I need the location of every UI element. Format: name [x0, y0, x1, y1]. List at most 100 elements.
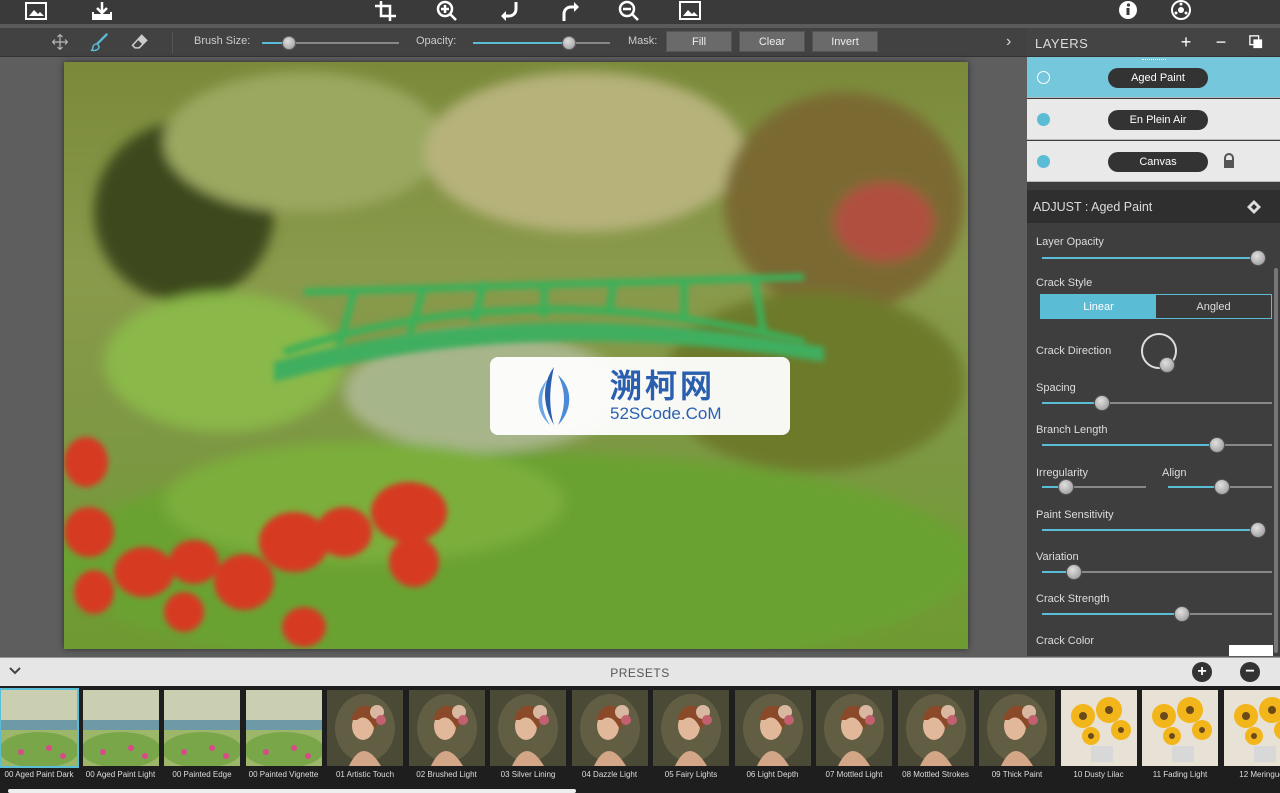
crack-strength-slider[interactable] [1042, 606, 1272, 622]
preset-thumbnail[interactable] [408, 690, 485, 766]
preset-thumbnail[interactable] [734, 690, 811, 766]
preset-thumbnail[interactable] [490, 690, 566, 766]
move-icon[interactable] [48, 31, 72, 53]
irregularity-slider[interactable] [1042, 479, 1146, 495]
layer-name[interactable]: Aged Paint [1108, 68, 1208, 88]
layer-name[interactable]: En Plein Air [1108, 110, 1208, 130]
presets-scrollbar[interactable] [8, 789, 576, 793]
eraser-icon[interactable] [128, 31, 152, 53]
undo-icon[interactable] [497, 0, 523, 22]
chevron-right-icon[interactable]: › [1006, 33, 1011, 51]
preset-item[interactable]: 04 Dazzle Light [571, 689, 649, 793]
preset-thumbnail[interactable] [816, 690, 892, 766]
preset-thumbnail[interactable] [979, 690, 1055, 766]
slider-knob[interactable] [1066, 564, 1083, 580]
align-slider[interactable] [1168, 479, 1272, 495]
layer-opacity-slider[interactable] [1042, 250, 1266, 266]
preset-item[interactable]: 06 Light Depth [734, 689, 812, 793]
preset-item[interactable]: 10 Dusty Lilac [1060, 689, 1138, 793]
preset-item[interactable]: 09 Thick Paint [978, 689, 1056, 793]
opacity-knob[interactable] [561, 36, 576, 50]
opacity-slider[interactable] [473, 36, 610, 50]
layer-row-en-plein-air[interactable]: En Plein Air [1027, 99, 1280, 140]
slider-knob[interactable] [1093, 395, 1110, 411]
preset-thumbnail[interactable] [571, 690, 648, 766]
spacing-slider[interactable] [1042, 395, 1272, 411]
preset-thumbnail[interactable] [0, 688, 79, 768]
fit-screen-icon[interactable] [677, 0, 703, 22]
top-toolbar [0, 0, 1280, 24]
layer-name[interactable]: Canvas [1108, 152, 1208, 172]
drag-handle-icon[interactable] [1142, 59, 1166, 60]
slider-knob[interactable] [1057, 479, 1074, 495]
preset-thumbnail[interactable] [327, 690, 403, 766]
remove-layer-icon[interactable]: − [1210, 31, 1232, 53]
preset-thumbnail[interactable] [1060, 690, 1137, 766]
preset-thumbnail[interactable] [1223, 690, 1280, 766]
remove-preset-icon[interactable]: − [1240, 662, 1260, 682]
preset-item[interactable]: 05 Fairy Lights [652, 689, 730, 793]
add-layer-icon[interactable]: + [1175, 31, 1197, 53]
mask-clear-button[interactable]: Clear [739, 31, 805, 52]
layer-visibility-toggle[interactable] [1037, 155, 1050, 168]
preset-item[interactable]: 03 Silver Lining [489, 689, 567, 793]
branch-length-slider[interactable] [1042, 437, 1272, 453]
slider-knob[interactable] [1250, 250, 1266, 266]
adjust-scrollbar[interactable] [1274, 268, 1278, 653]
variation-slider[interactable] [1042, 564, 1272, 580]
crop-icon[interactable] [373, 0, 399, 22]
info-icon[interactable] [1115, 0, 1141, 22]
brush-size-knob[interactable] [282, 36, 297, 50]
slider-knob[interactable] [1214, 479, 1231, 495]
slider-knob[interactable] [1174, 606, 1191, 622]
reset-icon[interactable] [1245, 198, 1263, 216]
preset-item[interactable]: 00 Painted Edge [163, 689, 241, 793]
brush-size-slider[interactable] [262, 36, 399, 50]
layer-row-canvas[interactable]: Canvas [1027, 141, 1280, 182]
preset-item[interactable]: 00 Aged Paint Light [82, 689, 160, 793]
preset-thumbnail[interactable] [897, 690, 974, 766]
crack-direction-label: Crack Direction [1036, 345, 1112, 357]
mask-fill-button[interactable]: Fill [666, 31, 732, 52]
preset-thumbnail[interactable] [245, 690, 322, 766]
preset-thumbnail[interactable] [164, 690, 240, 766]
preset-item[interactable]: 00 Aged Paint Dark [0, 688, 79, 793]
redo-icon[interactable] [557, 0, 583, 22]
layer-visibility-toggle[interactable] [1037, 71, 1050, 84]
settings-icon[interactable] [1168, 0, 1194, 22]
save-icon[interactable] [89, 0, 115, 22]
crack-direction-dial[interactable] [1141, 333, 1177, 373]
layer-visibility-toggle[interactable] [1037, 113, 1050, 126]
crack-style-angled[interactable]: Angled [1156, 295, 1271, 318]
zoom-in-icon[interactable] [434, 0, 460, 22]
slider-knob[interactable] [1208, 437, 1225, 453]
dial-knob[interactable] [1159, 357, 1175, 373]
preset-item[interactable]: 08 Mottled Strokes [897, 689, 975, 793]
preset-item[interactable]: 12 Meringue [1223, 689, 1280, 793]
brush-icon[interactable] [88, 31, 112, 53]
preset-item[interactable]: 00 Painted Vignette [245, 689, 323, 793]
preset-item[interactable]: 11 Fading Light [1141, 689, 1219, 793]
mask-invert-button[interactable]: Invert [812, 31, 878, 52]
preset-item[interactable]: 07 Mottled Light [815, 689, 893, 793]
crack-style-linear[interactable]: Linear [1041, 295, 1156, 318]
crack-color-swatch[interactable] [1229, 645, 1273, 656]
add-preset-icon[interactable]: + [1192, 662, 1212, 682]
preset-thumbnail[interactable] [1142, 690, 1218, 766]
presets-title: PRESETS [610, 666, 670, 680]
paint-sensitivity-slider[interactable] [1042, 522, 1266, 538]
preset-name: 11 Fading Light [1152, 770, 1208, 779]
slider-knob[interactable] [1250, 522, 1266, 538]
lock-icon[interactable] [1221, 153, 1237, 169]
painting-image[interactable] [64, 62, 968, 649]
zoom-out-icon[interactable] [616, 0, 642, 22]
preset-thumbnail[interactable] [653, 690, 729, 766]
layer-row-aged-paint[interactable]: Aged Paint [1027, 57, 1280, 98]
open-image-icon[interactable] [23, 0, 49, 22]
preset-name: 00 Aged Paint Light [85, 770, 156, 779]
preset-item[interactable]: 01 Artistic Touch [326, 689, 404, 793]
duplicate-layer-icon[interactable] [1245, 31, 1267, 53]
watermark-en-text: 52SCode.CoM [610, 404, 722, 423]
preset-thumbnail[interactable] [82, 690, 159, 766]
preset-item[interactable]: 02 Brushed Light [408, 689, 486, 793]
